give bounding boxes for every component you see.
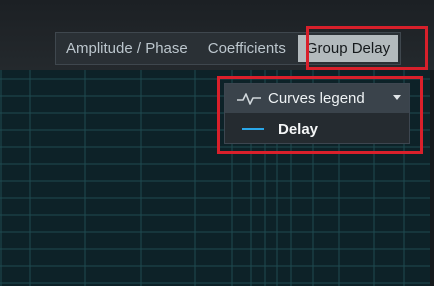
curves-legend-panel: Curves legend Delay (224, 83, 410, 144)
curves-legend-dropdown[interactable]: Curves legend (225, 84, 409, 113)
chevron-down-icon[interactable] (393, 95, 401, 100)
plot-toolbar: Amplitude / Phase Coefficients Group Del… (0, 0, 434, 70)
tab-amplitude-phase[interactable]: Amplitude / Phase (56, 33, 198, 64)
tab-group-delay[interactable]: Group Delay (297, 35, 399, 62)
plot-edge (430, 70, 434, 286)
curves-legend-title: Curves legend (268, 90, 365, 107)
legend-item-delay[interactable]: Delay (225, 115, 409, 143)
tab-coefficients[interactable]: Coefficients (198, 33, 296, 64)
legend-item-label: Delay (278, 120, 319, 138)
view-tabs: Amplitude / Phase Coefficients Group Del… (55, 32, 402, 65)
delay-line-swatch (242, 128, 264, 130)
curve-wave-icon (237, 92, 261, 105)
